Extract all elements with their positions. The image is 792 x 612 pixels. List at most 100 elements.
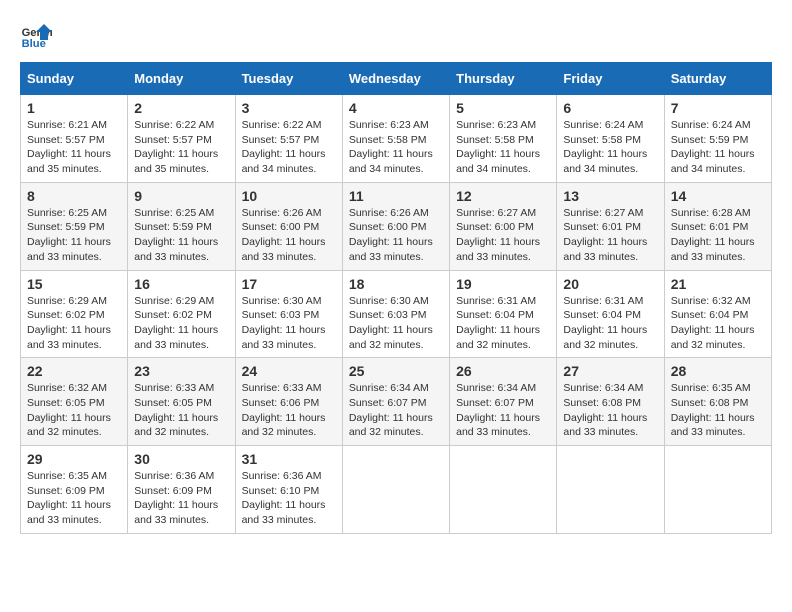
calendar-cell: 1 Sunrise: 6:21 AMSunset: 5:57 PMDayligh… — [21, 95, 128, 183]
column-header-friday: Friday — [557, 63, 664, 95]
calendar-cell: 9 Sunrise: 6:25 AMSunset: 5:59 PMDayligh… — [128, 182, 235, 270]
day-number: 7 — [671, 100, 765, 116]
day-number: 21 — [671, 276, 765, 292]
day-info: Sunrise: 6:35 AMSunset: 6:08 PMDaylight:… — [671, 381, 765, 440]
column-header-saturday: Saturday — [664, 63, 771, 95]
day-info: Sunrise: 6:35 AMSunset: 6:09 PMDaylight:… — [27, 469, 121, 528]
calendar-cell: 10 Sunrise: 6:26 AMSunset: 6:00 PMDaylig… — [235, 182, 342, 270]
calendar-cell — [664, 446, 771, 534]
day-number: 18 — [349, 276, 443, 292]
calendar-cell: 27 Sunrise: 6:34 AMSunset: 6:08 PMDaylig… — [557, 358, 664, 446]
calendar-cell — [557, 446, 664, 534]
day-number: 6 — [563, 100, 657, 116]
day-number: 14 — [671, 188, 765, 204]
day-number: 31 — [242, 451, 336, 467]
day-number: 27 — [563, 363, 657, 379]
day-info: Sunrise: 6:27 AMSunset: 6:01 PMDaylight:… — [563, 206, 657, 265]
calendar-week-5: 29 Sunrise: 6:35 AMSunset: 6:09 PMDaylig… — [21, 446, 772, 534]
calendar-cell — [450, 446, 557, 534]
calendar-cell: 15 Sunrise: 6:29 AMSunset: 6:02 PMDaylig… — [21, 270, 128, 358]
day-info: Sunrise: 6:33 AMSunset: 6:06 PMDaylight:… — [242, 381, 336, 440]
day-info: Sunrise: 6:30 AMSunset: 6:03 PMDaylight:… — [349, 294, 443, 353]
logo-icon: General Blue — [20, 20, 52, 52]
day-info: Sunrise: 6:29 AMSunset: 6:02 PMDaylight:… — [27, 294, 121, 353]
calendar-cell: 26 Sunrise: 6:34 AMSunset: 6:07 PMDaylig… — [450, 358, 557, 446]
day-number: 16 — [134, 276, 228, 292]
calendar-week-2: 8 Sunrise: 6:25 AMSunset: 5:59 PMDayligh… — [21, 182, 772, 270]
calendar-header-row: SundayMondayTuesdayWednesdayThursdayFrid… — [21, 63, 772, 95]
day-number: 9 — [134, 188, 228, 204]
day-number: 15 — [27, 276, 121, 292]
calendar-cell: 7 Sunrise: 6:24 AMSunset: 5:59 PMDayligh… — [664, 95, 771, 183]
day-number: 30 — [134, 451, 228, 467]
calendar-cell: 6 Sunrise: 6:24 AMSunset: 5:58 PMDayligh… — [557, 95, 664, 183]
day-info: Sunrise: 6:24 AMSunset: 5:59 PMDaylight:… — [671, 118, 765, 177]
day-number: 13 — [563, 188, 657, 204]
calendar-cell: 23 Sunrise: 6:33 AMSunset: 6:05 PMDaylig… — [128, 358, 235, 446]
day-info: Sunrise: 6:34 AMSunset: 6:07 PMDaylight:… — [349, 381, 443, 440]
day-number: 22 — [27, 363, 121, 379]
day-info: Sunrise: 6:31 AMSunset: 6:04 PMDaylight:… — [456, 294, 550, 353]
day-number: 5 — [456, 100, 550, 116]
calendar-week-1: 1 Sunrise: 6:21 AMSunset: 5:57 PMDayligh… — [21, 95, 772, 183]
calendar-cell: 28 Sunrise: 6:35 AMSunset: 6:08 PMDaylig… — [664, 358, 771, 446]
column-header-monday: Monday — [128, 63, 235, 95]
day-info: Sunrise: 6:32 AMSunset: 6:04 PMDaylight:… — [671, 294, 765, 353]
day-info: Sunrise: 6:32 AMSunset: 6:05 PMDaylight:… — [27, 381, 121, 440]
day-info: Sunrise: 6:36 AMSunset: 6:10 PMDaylight:… — [242, 469, 336, 528]
calendar-cell: 14 Sunrise: 6:28 AMSunset: 6:01 PMDaylig… — [664, 182, 771, 270]
calendar-cell: 25 Sunrise: 6:34 AMSunset: 6:07 PMDaylig… — [342, 358, 449, 446]
day-number: 28 — [671, 363, 765, 379]
day-info: Sunrise: 6:23 AMSunset: 5:58 PMDaylight:… — [349, 118, 443, 177]
calendar-week-4: 22 Sunrise: 6:32 AMSunset: 6:05 PMDaylig… — [21, 358, 772, 446]
day-number: 26 — [456, 363, 550, 379]
day-number: 11 — [349, 188, 443, 204]
day-info: Sunrise: 6:33 AMSunset: 6:05 PMDaylight:… — [134, 381, 228, 440]
day-number: 17 — [242, 276, 336, 292]
column-header-wednesday: Wednesday — [342, 63, 449, 95]
calendar-cell: 3 Sunrise: 6:22 AMSunset: 5:57 PMDayligh… — [235, 95, 342, 183]
column-header-tuesday: Tuesday — [235, 63, 342, 95]
day-info: Sunrise: 6:29 AMSunset: 6:02 PMDaylight:… — [134, 294, 228, 353]
day-info: Sunrise: 6:25 AMSunset: 5:59 PMDaylight:… — [134, 206, 228, 265]
day-info: Sunrise: 6:28 AMSunset: 6:01 PMDaylight:… — [671, 206, 765, 265]
day-number: 2 — [134, 100, 228, 116]
day-info: Sunrise: 6:25 AMSunset: 5:59 PMDaylight:… — [27, 206, 121, 265]
day-info: Sunrise: 6:26 AMSunset: 6:00 PMDaylight:… — [349, 206, 443, 265]
calendar-cell: 2 Sunrise: 6:22 AMSunset: 5:57 PMDayligh… — [128, 95, 235, 183]
day-number: 29 — [27, 451, 121, 467]
logo: General Blue — [20, 20, 52, 52]
calendar-cell: 4 Sunrise: 6:23 AMSunset: 5:58 PMDayligh… — [342, 95, 449, 183]
calendar-cell: 11 Sunrise: 6:26 AMSunset: 6:00 PMDaylig… — [342, 182, 449, 270]
calendar-cell: 20 Sunrise: 6:31 AMSunset: 6:04 PMDaylig… — [557, 270, 664, 358]
day-number: 25 — [349, 363, 443, 379]
calendar-cell: 12 Sunrise: 6:27 AMSunset: 6:00 PMDaylig… — [450, 182, 557, 270]
calendar-table: SundayMondayTuesdayWednesdayThursdayFrid… — [20, 62, 772, 534]
day-number: 3 — [242, 100, 336, 116]
day-info: Sunrise: 6:22 AMSunset: 5:57 PMDaylight:… — [242, 118, 336, 177]
day-number: 19 — [456, 276, 550, 292]
calendar-cell: 17 Sunrise: 6:30 AMSunset: 6:03 PMDaylig… — [235, 270, 342, 358]
column-header-sunday: Sunday — [21, 63, 128, 95]
calendar-cell: 22 Sunrise: 6:32 AMSunset: 6:05 PMDaylig… — [21, 358, 128, 446]
day-info: Sunrise: 6:27 AMSunset: 6:00 PMDaylight:… — [456, 206, 550, 265]
calendar-cell: 31 Sunrise: 6:36 AMSunset: 6:10 PMDaylig… — [235, 446, 342, 534]
calendar-cell: 21 Sunrise: 6:32 AMSunset: 6:04 PMDaylig… — [664, 270, 771, 358]
calendar-cell: 29 Sunrise: 6:35 AMSunset: 6:09 PMDaylig… — [21, 446, 128, 534]
calendar-cell: 16 Sunrise: 6:29 AMSunset: 6:02 PMDaylig… — [128, 270, 235, 358]
day-number: 20 — [563, 276, 657, 292]
day-number: 8 — [27, 188, 121, 204]
calendar-cell: 18 Sunrise: 6:30 AMSunset: 6:03 PMDaylig… — [342, 270, 449, 358]
calendar-cell: 5 Sunrise: 6:23 AMSunset: 5:58 PMDayligh… — [450, 95, 557, 183]
day-number: 10 — [242, 188, 336, 204]
day-info: Sunrise: 6:22 AMSunset: 5:57 PMDaylight:… — [134, 118, 228, 177]
calendar-week-3: 15 Sunrise: 6:29 AMSunset: 6:02 PMDaylig… — [21, 270, 772, 358]
calendar-cell — [342, 446, 449, 534]
calendar-cell: 24 Sunrise: 6:33 AMSunset: 6:06 PMDaylig… — [235, 358, 342, 446]
day-info: Sunrise: 6:24 AMSunset: 5:58 PMDaylight:… — [563, 118, 657, 177]
column-header-thursday: Thursday — [450, 63, 557, 95]
day-info: Sunrise: 6:21 AMSunset: 5:57 PMDaylight:… — [27, 118, 121, 177]
day-info: Sunrise: 6:31 AMSunset: 6:04 PMDaylight:… — [563, 294, 657, 353]
calendar-cell: 8 Sunrise: 6:25 AMSunset: 5:59 PMDayligh… — [21, 182, 128, 270]
calendar-cell: 19 Sunrise: 6:31 AMSunset: 6:04 PMDaylig… — [450, 270, 557, 358]
